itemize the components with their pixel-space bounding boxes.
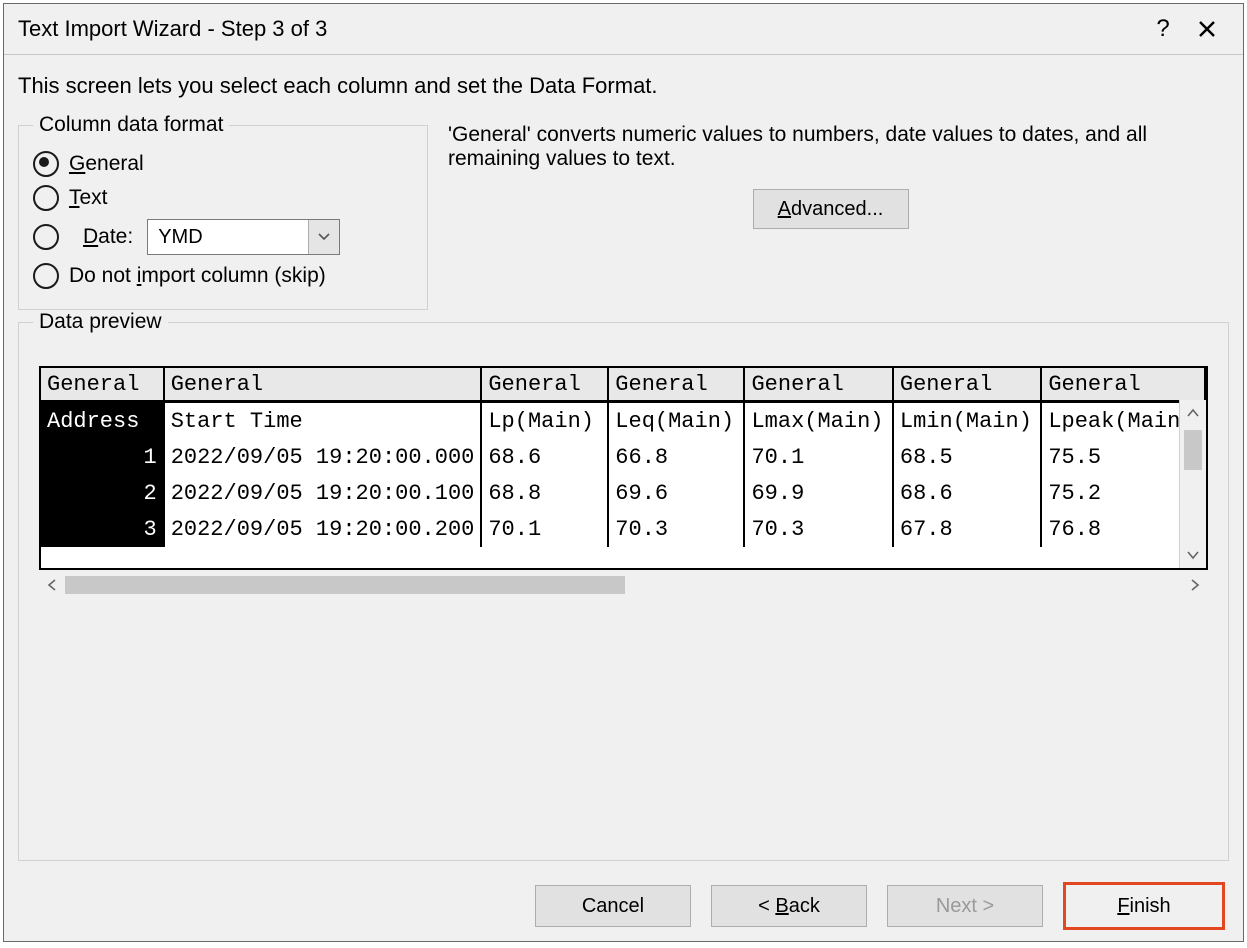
scroll-right-icon	[1182, 572, 1208, 598]
radio-general-label: General	[69, 152, 144, 176]
preview-header-cell[interactable]: Lmin(Main)	[893, 402, 1041, 440]
preview-cell[interactable]: 70.3	[744, 511, 892, 547]
format-description-text: 'General' converts numeric values to num…	[448, 123, 1213, 171]
scroll-down-icon	[1180, 542, 1206, 568]
column-type-header[interactable]: General	[608, 368, 744, 402]
vertical-scrollbar[interactable]	[1179, 400, 1206, 568]
data-preview-legend: Data preview	[33, 310, 168, 334]
text-import-wizard-dialog: Text Import Wizard - Step 3 of 3 ? This …	[3, 3, 1244, 942]
preview-cell[interactable]: 1	[41, 439, 164, 475]
radio-date-label: Date:	[83, 225, 133, 249]
preview-cell[interactable]: 2022/09/05 19:20:00.000	[164, 439, 482, 475]
radio-date[interactable]: Date: YMD	[33, 219, 413, 255]
data-preview-group: Data preview GeneralGeneralGeneralGenera…	[18, 310, 1229, 861]
finish-button-label: Finish	[1117, 895, 1170, 917]
advanced-button[interactable]: Advanced...	[753, 189, 909, 229]
column-type-header[interactable]: General	[744, 368, 892, 402]
preview-header-cell[interactable]: Leq(Main)	[608, 402, 744, 440]
scrollbar-thumb[interactable]	[65, 576, 625, 594]
help-button[interactable]: ?	[1141, 7, 1185, 51]
column-type-header[interactable]: General	[1041, 368, 1205, 402]
close-button[interactable]	[1185, 7, 1229, 51]
radio-general[interactable]: General	[33, 151, 413, 177]
cancel-button-label: Cancel	[582, 895, 644, 918]
radio-icon	[33, 263, 59, 289]
preview-header-cell[interactable]: Start Time	[164, 402, 482, 440]
column-type-header[interactable]: General	[481, 368, 608, 402]
scrollbar-track	[65, 572, 1182, 598]
preview-header-cell[interactable]: Lp(Main)	[481, 402, 608, 440]
close-icon	[1197, 19, 1217, 39]
preview-cell[interactable]: 69.6	[608, 475, 744, 511]
preview-header-cell[interactable]: Lmax(Main)	[744, 402, 892, 440]
preview-header-cell[interactable]: Address	[41, 402, 164, 440]
radio-icon	[33, 151, 59, 177]
column-data-format-legend: Column data format	[33, 113, 229, 137]
preview-cell[interactable]: 68.6	[481, 439, 608, 475]
radio-icon	[33, 185, 59, 211]
preview-cell[interactable]: 2022/09/05 19:20:00.100	[164, 475, 482, 511]
dialog-title: Text Import Wizard - Step 3 of 3	[18, 16, 1141, 42]
preview-cell[interactable]: 66.8	[608, 439, 744, 475]
date-format-value: YMD	[148, 226, 308, 249]
format-description-block: 'General' converts numeric values to num…	[428, 113, 1229, 229]
horizontal-scrollbar[interactable]	[39, 572, 1208, 598]
preview-cell[interactable]: 70.3	[608, 511, 744, 547]
preview-cell[interactable]: 70.1	[481, 511, 608, 547]
column-type-header[interactable]: General	[893, 368, 1041, 402]
next-button-label: Next >	[936, 895, 994, 918]
preview-cell[interactable]: 69.9	[744, 475, 892, 511]
preview-cell[interactable]: 3	[41, 511, 164, 547]
preview-cell[interactable]: 2022/09/05 19:20:00.200	[164, 511, 482, 547]
back-button[interactable]: < Back	[711, 885, 867, 927]
column-type-header[interactable]: General	[41, 368, 164, 402]
finish-button[interactable]: Finish	[1063, 882, 1225, 930]
scroll-up-icon	[1184, 400, 1202, 426]
radio-text-label: Text	[69, 186, 108, 210]
date-format-combo[interactable]: YMD	[147, 219, 340, 255]
scroll-left-icon	[39, 572, 65, 598]
radio-text[interactable]: Text	[33, 185, 413, 211]
advanced-button-label: Advanced...	[778, 198, 884, 221]
intro-text: This screen lets you select each column …	[18, 73, 1229, 99]
preview-cell[interactable]: 70.1	[744, 439, 892, 475]
preview-cell[interactable]: 2	[41, 475, 164, 511]
radio-skip[interactable]: Do not import column (skip)	[33, 263, 413, 289]
preview-grid[interactable]: GeneralGeneralGeneralGeneralGeneralGener…	[39, 366, 1208, 570]
preview-cell[interactable]: 68.8	[481, 475, 608, 511]
radio-icon	[33, 224, 59, 250]
radio-skip-label: Do not import column (skip)	[69, 264, 326, 288]
cancel-button[interactable]: Cancel	[535, 885, 691, 927]
titlebar: Text Import Wizard - Step 3 of 3 ?	[4, 4, 1243, 55]
preview-cell[interactable]: 67.8	[893, 511, 1041, 547]
help-icon: ?	[1156, 15, 1169, 43]
chevron-down-icon	[308, 220, 339, 254]
scrollbar-thumb[interactable]	[1184, 430, 1202, 470]
next-button: Next >	[887, 885, 1043, 927]
back-button-label: < Back	[758, 895, 820, 918]
dialog-footer: Cancel < Back Next > Finish	[4, 871, 1243, 941]
preview-cell[interactable]: 68.6	[893, 475, 1041, 511]
preview-cell[interactable]: 68.5	[893, 439, 1041, 475]
column-data-format-group: Column data format General Text Date: YM…	[18, 113, 428, 310]
column-type-header[interactable]: General	[164, 368, 482, 402]
